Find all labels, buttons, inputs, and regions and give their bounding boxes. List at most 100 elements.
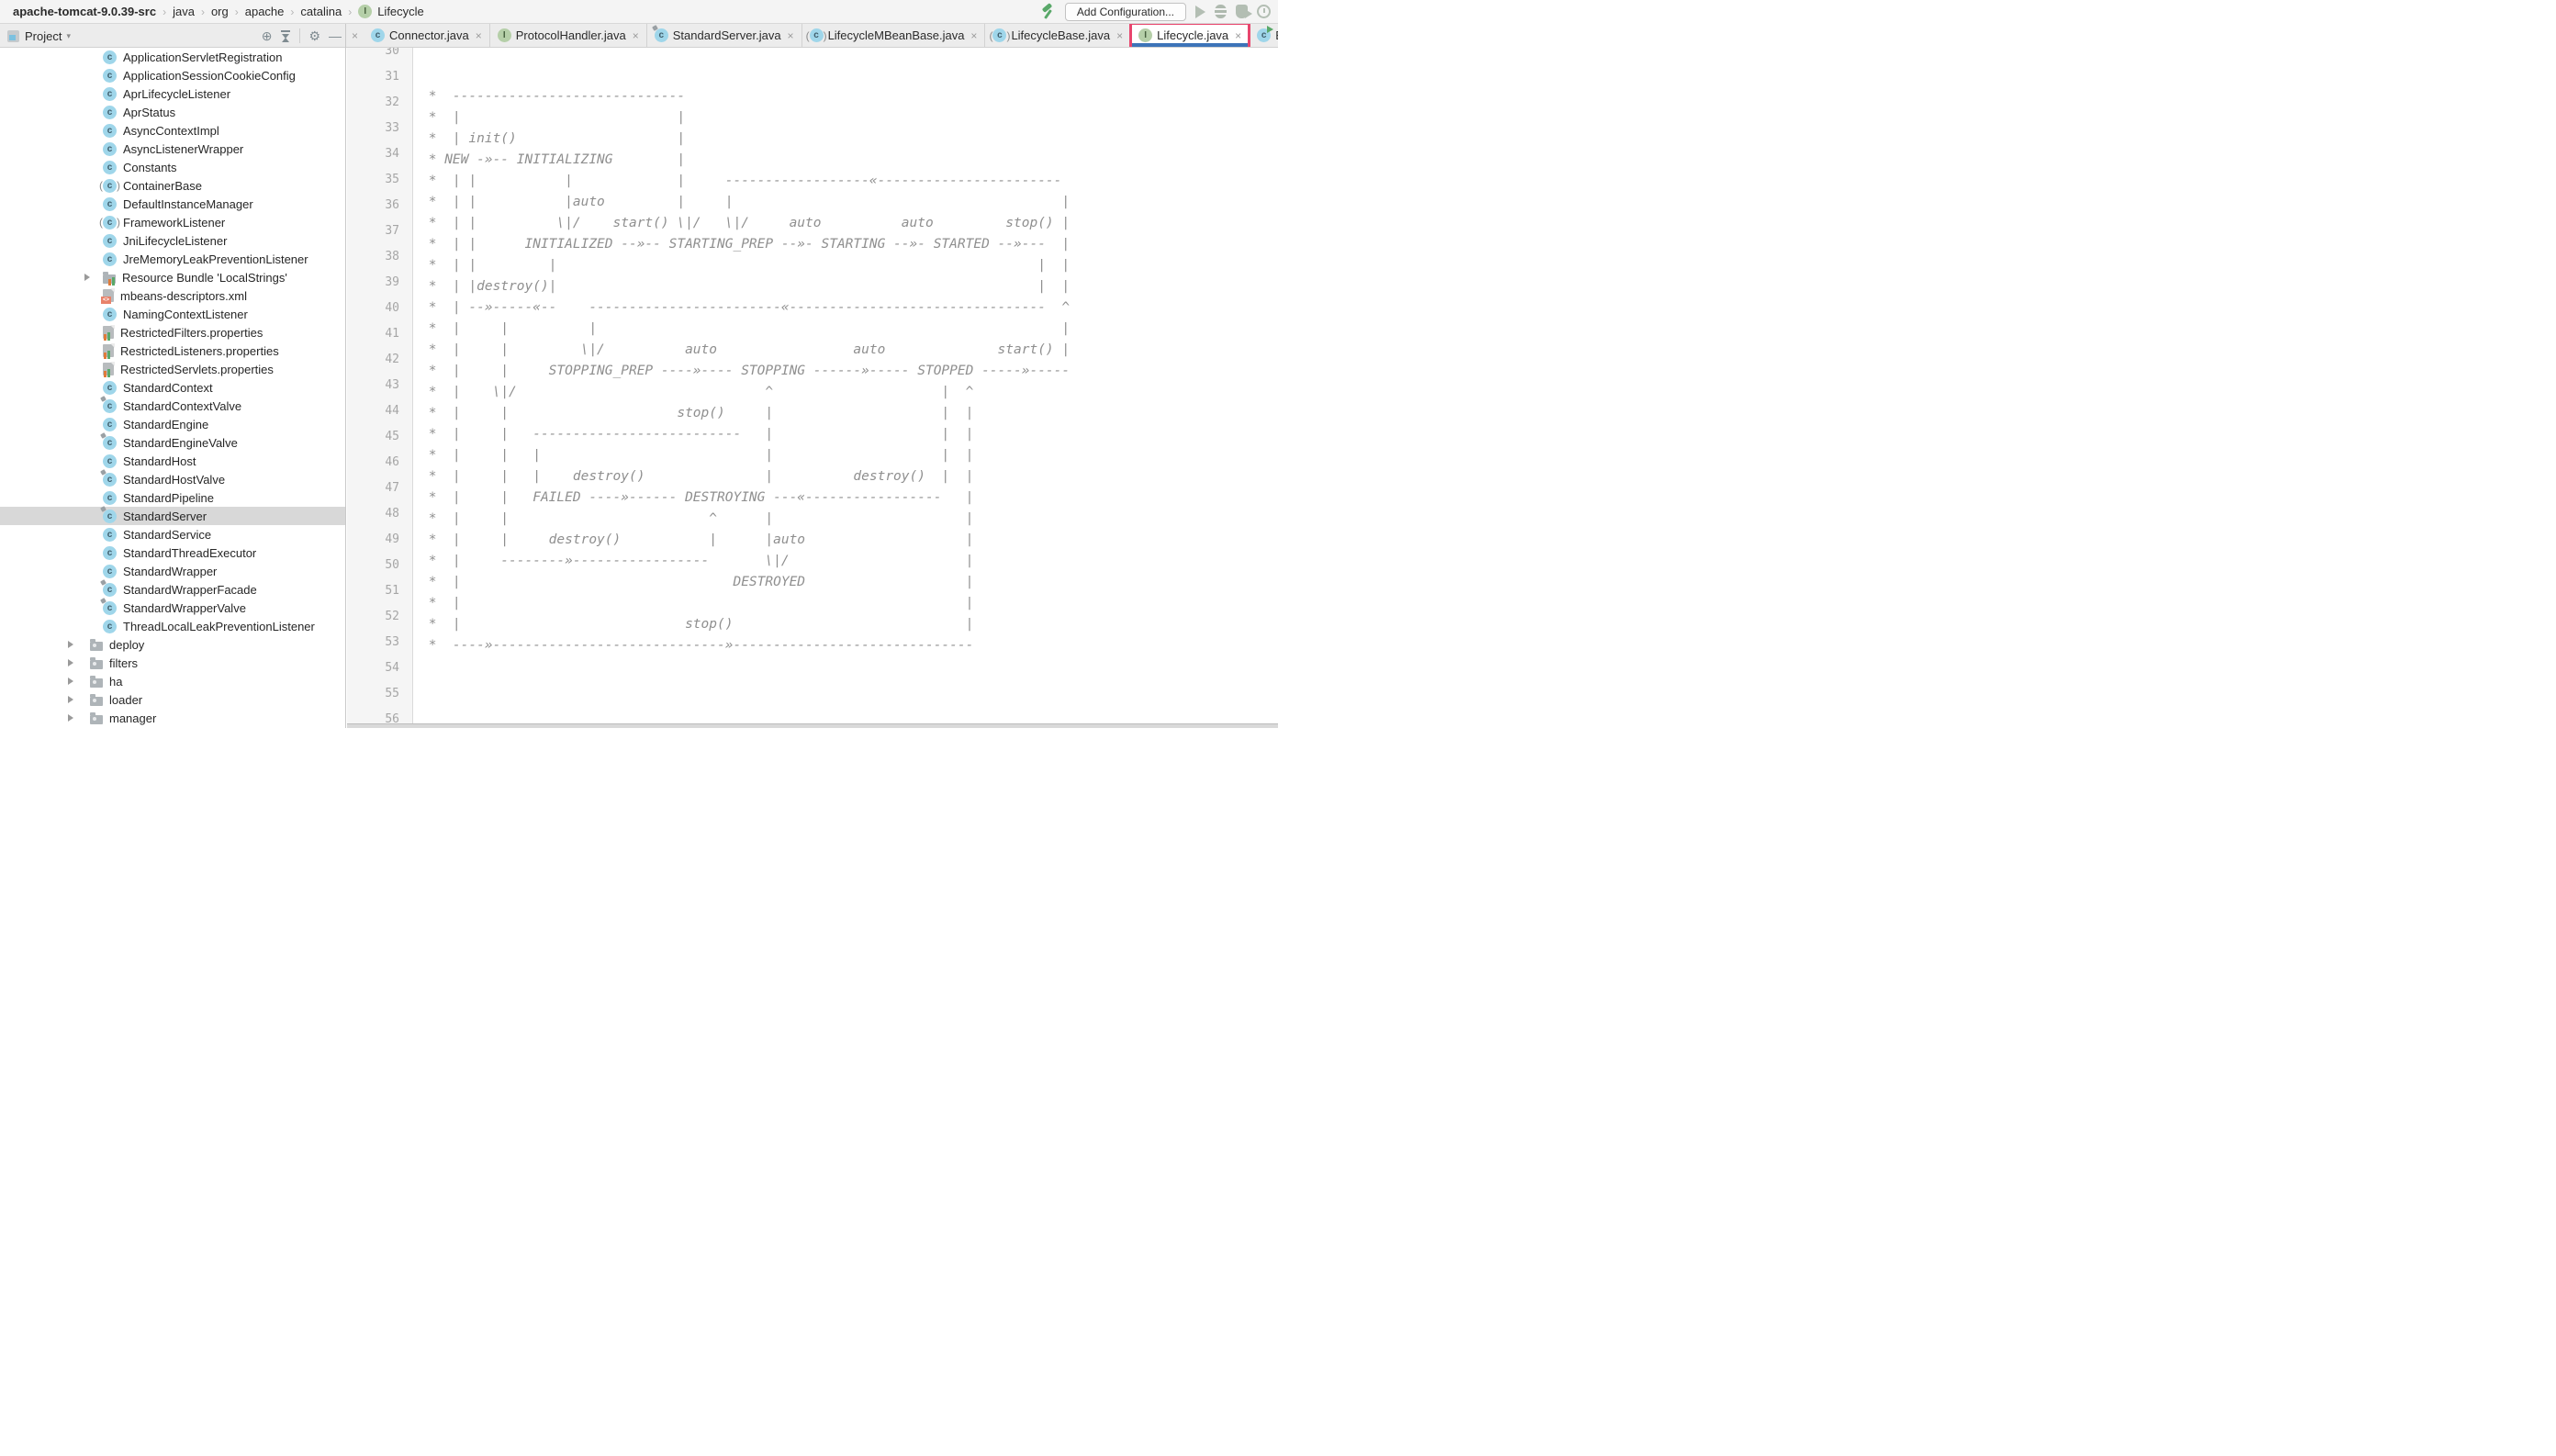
breadcrumb-item[interactable]: catalina — [300, 5, 342, 18]
expand-arrow-icon[interactable] — [68, 641, 73, 648]
tree-item-standardwrapper[interactable]: cStandardWrapper — [0, 562, 345, 580]
breadcrumb: apache-tomcat-9.0.39-src›java›org›apache… — [13, 5, 424, 18]
breadcrumb-item[interactable]: apache-tomcat-9.0.39-src — [13, 5, 156, 18]
tab-close-icon[interactable]: × — [476, 29, 482, 42]
tree-item-standardenginevalve[interactable]: cStandardEngineValve — [0, 433, 345, 452]
tree-item-applicationservletregistration[interactable]: cApplicationServletRegistration — [0, 48, 345, 66]
tab-protocolhandler-java[interactable]: IProtocolHandler.java× — [490, 24, 647, 47]
code-line: * | DESTROYED | — [420, 572, 1278, 593]
tree-item-defaultinstancemanager[interactable]: cDefaultInstanceManager — [0, 195, 345, 213]
tree-item-frameworklistener[interactable]: cFrameworkListener — [0, 213, 345, 231]
tree-item-restrictedservlets-properties[interactable]: RestrictedServlets.properties — [0, 360, 345, 378]
chevron-down-icon[interactable]: ▾ — [66, 31, 71, 41]
tree-item-asynccontextimpl[interactable]: cAsyncContextImpl — [0, 121, 345, 140]
run-with-coverage-icon[interactable] — [1236, 5, 1248, 18]
tree-item-standardhostvalve[interactable]: c StandardHostValve — [0, 470, 345, 488]
tree-item-resource-bundle-localstrings-[interactable]: Resource Bundle 'LocalStrings' — [0, 268, 345, 286]
class-icon: c — [103, 197, 117, 211]
tree-item-standardthreadexecutor[interactable]: cStandardThreadExecutor — [0, 543, 345, 562]
tree-item-jnilifecyclelistener[interactable]: cJniLifecycleListener — [0, 231, 345, 250]
breadcrumb-item[interactable]: apache — [245, 5, 285, 18]
tree-item-standardcontext[interactable]: cStandardContext — [0, 378, 345, 397]
tree-item-label: StandardHostValve — [123, 473, 225, 487]
tree-item-asynclistenerwrapper[interactable]: cAsyncListenerWrapper — [0, 140, 345, 158]
tree-item-standardpipeline[interactable]: cStandardPipeline — [0, 488, 345, 507]
editor-pane[interactable]: 3031323334353637383940414243444546474849… — [347, 48, 1278, 728]
tab-close-icon[interactable]: × — [788, 29, 794, 42]
expand-arrow-icon[interactable] — [68, 696, 73, 703]
code-line: * | | -------------------------- | | | — [420, 424, 1278, 445]
final-mark-icon — [100, 598, 106, 604]
profiler-icon[interactable] — [1257, 5, 1271, 18]
line-number: 35 — [347, 167, 412, 193]
tree-item-standardwrappervalve[interactable]: cStandardWrapperValve — [0, 599, 345, 617]
project-panel-title[interactable]: Project — [25, 29, 62, 43]
tree-item-standardengine[interactable]: cStandardEngine — [0, 415, 345, 433]
tree-item-aprlifecyclelistener[interactable]: cAprLifecycleListener — [0, 84, 345, 103]
tree-item-applicationsessioncookieconfig[interactable]: cApplicationSessionCookieConfig — [0, 66, 345, 84]
tab-close-icon[interactable]: × — [633, 29, 639, 42]
breadcrumb-item[interactable]: java — [173, 5, 195, 18]
tab-label: StandardServer.java — [673, 28, 781, 42]
expand-arrow-icon[interactable] — [68, 678, 73, 685]
tree-item-jrememoryleakpreventionlistener[interactable]: cJreMemoryLeakPreventionListener — [0, 250, 345, 268]
tab-lifecycle-java[interactable]: ILifecycle.java× — [1131, 24, 1250, 47]
code-line: * | --»-----«-- ------------------------… — [420, 297, 1278, 319]
tab-bootstrap-java[interactable]: cBootstrap.java — [1250, 24, 1278, 47]
tree-item-label: AprLifecycleListener — [123, 87, 230, 101]
code-area[interactable]: * ----------------------------- * | | * … — [420, 48, 1278, 728]
add-configuration-button[interactable]: Add Configuration... — [1065, 3, 1186, 21]
class-icon: c — [810, 28, 824, 42]
tab-lifecyclebase-java[interactable]: cLifecycleBase.java× — [985, 24, 1131, 47]
tree-item-constants[interactable]: cConstants — [0, 158, 345, 176]
expand-arrow-icon[interactable] — [84, 274, 90, 281]
breadcrumb-separator: › — [290, 6, 294, 18]
tree-item-standardserver[interactable]: cStandardServer — [0, 507, 345, 525]
tree-item-ha[interactable]: ha — [0, 672, 345, 690]
tree-item-filters[interactable]: filters — [0, 654, 345, 672]
tree-item-containerbase[interactable]: cContainerBase — [0, 176, 345, 195]
class-icon: c — [655, 28, 668, 42]
tree-item-deploy[interactable]: deploy — [0, 635, 345, 654]
tree-item-standardservice[interactable]: cStandardService — [0, 525, 345, 543]
tree-item-restrictedlisteners-properties[interactable]: RestrictedListeners.properties — [0, 342, 345, 360]
line-number: 30 — [347, 48, 412, 64]
tab-close-icon[interactable]: × — [1116, 29, 1123, 42]
debug-icon[interactable] — [1215, 5, 1227, 18]
collapse-all-icon[interactable] — [280, 29, 291, 42]
settings-gear-icon[interactable]: ⚙ — [308, 29, 320, 42]
breadcrumb-item[interactable]: org — [211, 5, 229, 18]
tree-item-restrictedfilters-properties[interactable]: RestrictedFilters.properties — [0, 323, 345, 342]
code-line: * | | — [420, 593, 1278, 614]
overflow-tab-close-icon[interactable]: × — [346, 24, 364, 47]
tab-connector-java[interactable]: cConnector.java× — [364, 24, 490, 47]
expand-arrow-icon[interactable] — [68, 659, 73, 666]
tree-item-standardcontextvalve[interactable]: cStandardContextValve — [0, 397, 345, 415]
code-line: * | | \|/ start() \|/ \|/ auto auto stop… — [420, 213, 1278, 234]
properties-file-icon — [103, 363, 114, 375]
tree-item-threadlocalleakpreventionlistener[interactable]: cThreadLocalLeakPreventionListener — [0, 617, 345, 635]
tree-item-namingcontextlistener[interactable]: cNamingContextListener — [0, 305, 345, 323]
tree-item-mbeans-descriptors-xml[interactable]: <>mbeans-descriptors.xml — [0, 286, 345, 305]
tab-lifecyclembeanbase-java[interactable]: cLifecycleMBeanBase.java× — [802, 24, 986, 47]
hide-panel-icon[interactable]: — — [329, 29, 342, 42]
code-line: * | | | destroy() | destroy() | | — [420, 466, 1278, 487]
expand-arrow-icon[interactable] — [68, 714, 73, 722]
locate-icon[interactable]: ⊕ — [262, 29, 273, 42]
breadcrumb-item[interactable]: Lifecycle — [377, 5, 424, 18]
tab-close-icon[interactable]: × — [970, 29, 977, 42]
tree-item-label: ApplicationServletRegistration — [123, 50, 282, 64]
tree-item-manager[interactable]: manager — [0, 709, 345, 727]
tree-item-aprstatus[interactable]: cAprStatus — [0, 103, 345, 121]
tab-close-icon[interactable]: × — [1235, 29, 1241, 42]
line-number: 43 — [347, 373, 412, 398]
tree-item-loader[interactable]: loader — [0, 690, 345, 709]
build-hammer-icon[interactable] — [1041, 5, 1056, 19]
tree-item-standardhost[interactable]: cStandardHost — [0, 452, 345, 470]
tab-standardserver-java[interactable]: c StandardServer.java × — [647, 24, 802, 47]
class-icon: c — [103, 473, 117, 487]
run-icon[interactable] — [1195, 6, 1205, 18]
tree-item-label: Resource Bundle 'LocalStrings' — [122, 271, 287, 285]
tree-item-label: StandardWrapperValve — [123, 601, 246, 615]
tree-item-standardwrapperfacade[interactable]: cStandardWrapperFacade — [0, 580, 345, 599]
